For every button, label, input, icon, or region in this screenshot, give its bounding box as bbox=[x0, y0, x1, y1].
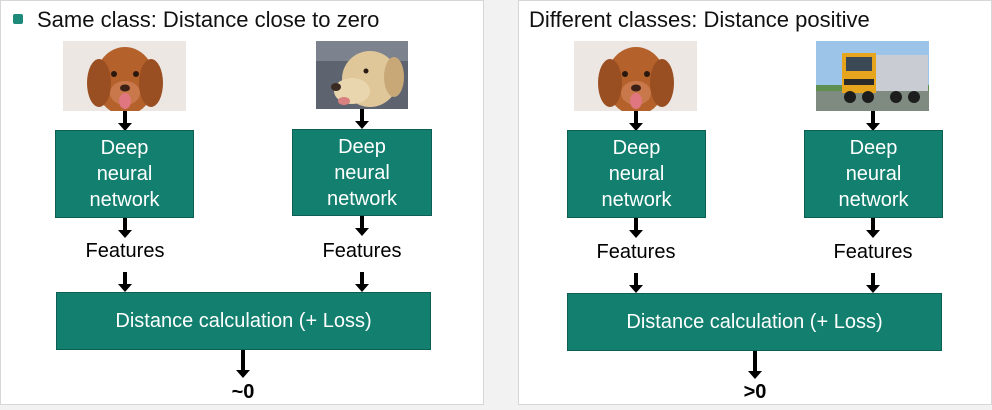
arrow-down-icon bbox=[866, 273, 880, 293]
arrow-down-icon bbox=[629, 218, 643, 238]
deep-neural-network-box: Deep neural network bbox=[804, 130, 943, 218]
arrow-down-icon bbox=[629, 273, 643, 293]
net-line: neural bbox=[334, 161, 390, 184]
arrow-down-icon bbox=[866, 218, 880, 238]
arrow-down-icon bbox=[355, 272, 369, 292]
arrow-down-icon bbox=[118, 111, 132, 131]
net-line: Deep bbox=[612, 137, 661, 159]
dog-photo-icon bbox=[574, 41, 697, 111]
result-label: ~0 bbox=[231, 381, 255, 403]
deep-neural-network-box: Deep neural network bbox=[567, 130, 706, 218]
dog-image-retriever bbox=[63, 41, 186, 111]
deep-neural-network-box: Deep neural network bbox=[292, 129, 432, 216]
arrow-down-icon bbox=[236, 350, 250, 380]
arrow-down-icon bbox=[118, 218, 132, 238]
distance-label: Distance calculation (+ Loss) bbox=[626, 311, 883, 333]
net-line: neural bbox=[845, 163, 902, 185]
features-label: Features bbox=[85, 240, 165, 262]
net-line: neural bbox=[96, 163, 153, 185]
right-panel: Different classes: Distance positive Dee… bbox=[518, 0, 992, 405]
dog-image-labrador bbox=[316, 41, 408, 109]
features-label: Features bbox=[322, 240, 402, 262]
net-line: Deep bbox=[338, 135, 386, 158]
features-label: Features bbox=[833, 241, 913, 263]
features-label: Features bbox=[596, 241, 676, 263]
left-panel: Same class: Distance close to zero Deep … bbox=[0, 0, 484, 405]
net-line: network bbox=[326, 187, 398, 210]
distance-calculation-box: Distance calculation (+ Loss) bbox=[567, 293, 942, 351]
net-line: neural bbox=[608, 163, 665, 185]
result-label: >0 bbox=[743, 381, 767, 403]
distance-calculation-box: Distance calculation (+ Loss) bbox=[56, 292, 431, 350]
dog-photo-icon bbox=[63, 41, 186, 111]
distance-label: Distance calculation (+ Loss) bbox=[115, 310, 372, 332]
truck-image bbox=[816, 41, 929, 111]
arrow-down-icon bbox=[355, 109, 369, 129]
truck-photo-icon bbox=[816, 41, 929, 111]
net-line: Deep bbox=[849, 137, 898, 159]
net-line: network bbox=[601, 189, 672, 211]
left-panel-title: Same class: Distance close to zero bbox=[37, 7, 380, 32]
arrow-down-icon bbox=[866, 111, 880, 131]
right-panel-title: Different classes: Distance positive bbox=[529, 7, 870, 32]
net-line: network bbox=[89, 189, 160, 211]
dog-image-retriever bbox=[574, 41, 697, 111]
arrow-down-icon bbox=[748, 351, 762, 381]
net-line: network bbox=[838, 189, 909, 211]
net-line: Deep bbox=[100, 137, 149, 159]
arrow-down-icon bbox=[118, 272, 132, 292]
bullet-icon bbox=[13, 14, 23, 24]
arrow-down-icon bbox=[355, 216, 369, 236]
dog-photo-icon bbox=[316, 41, 408, 109]
arrow-down-icon bbox=[629, 111, 643, 131]
deep-neural-network-box: Deep neural network bbox=[55, 130, 194, 218]
